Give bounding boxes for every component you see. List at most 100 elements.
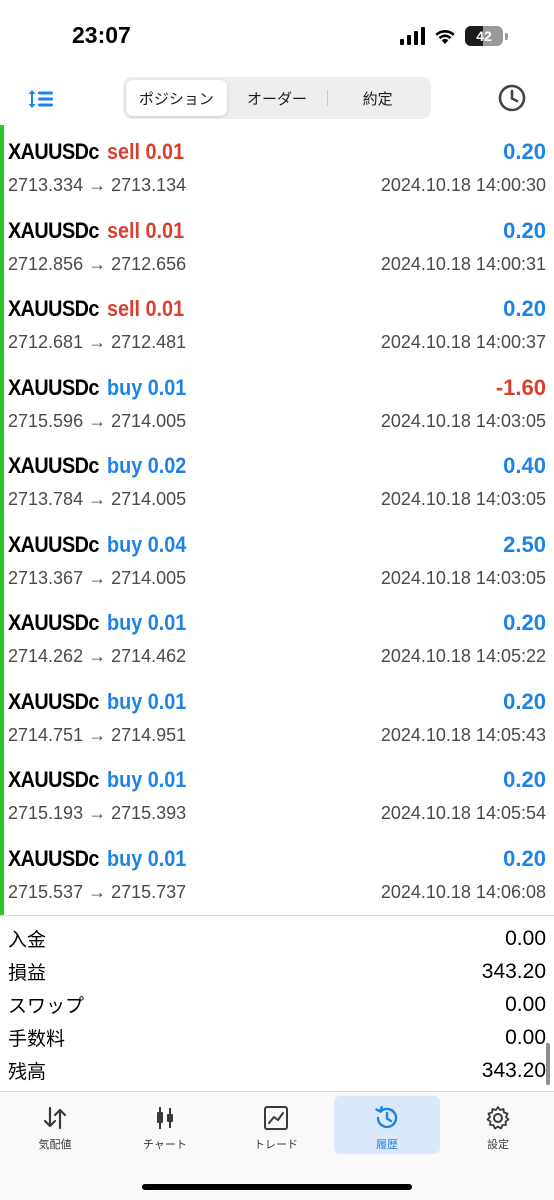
trade-side: buy 0.01	[107, 767, 186, 793]
trade-row[interactable]: XAUUSDc buy 0.01 -1.60 2715.596 → 2714.005 2…	[4, 361, 554, 440]
trade-row[interactable]: XAUUSDc sell 0.01 0.20 2712.856 → 2712.656 2…	[4, 204, 554, 283]
tab-label-chart: チャート	[143, 1138, 187, 1151]
tab-settings[interactable]: 設定	[445, 1096, 551, 1154]
arrow-right-icon: →	[83, 881, 112, 902]
summary-row: 損益 343.20	[0, 955, 554, 988]
status-icons: 42	[400, 26, 508, 46]
trade-row[interactable]: XAUUSDc buy 0.04 2.50 2713.367 → 2714.005 20…	[4, 518, 554, 597]
tab-history[interactable]: 履歴	[334, 1096, 440, 1154]
status-time: 23:07	[72, 22, 131, 48]
arrow-right-icon: →	[83, 724, 112, 745]
trade-symbol: XAUUSDc	[8, 845, 99, 871]
trade-open-price: 2713.367	[8, 567, 84, 588]
trade-close-price: 2713.134	[111, 175, 187, 195]
trade-side: buy 0.01	[107, 846, 186, 872]
trade-row[interactable]: XAUUSDc buy 0.01 0.20 2715.537 → 2715.737 20…	[4, 832, 554, 911]
trade-close-price: 2714.005	[111, 489, 187, 509]
trade-open-price: 2715.193	[8, 803, 84, 823]
candlestick-chart-icon	[157, 1107, 173, 1129]
trade-history-list: XAUUSDc sell 0.01 0.20 2713.334 → 2713.134 2…	[0, 125, 554, 915]
trade-profit: 2.50	[503, 531, 546, 557]
sort-button[interactable]	[24, 82, 58, 116]
arrow-right-icon: →	[83, 410, 112, 431]
tab-chart[interactable]: チャート	[112, 1096, 218, 1154]
trade-close-price: 2715.737	[111, 881, 187, 902]
trade-row[interactable]: XAUUSDc buy 0.01 0.20 2715.193 → 2715.393 20…	[4, 753, 554, 832]
home-indicator	[142, 1184, 412, 1190]
trade-row[interactable]: XAUUSDc buy 0.01 0.20 2714.751 → 2714.951 20…	[4, 675, 554, 754]
summary-row: 手数料 0.00	[0, 1021, 554, 1054]
trade-side: buy 0.01	[107, 689, 186, 715]
segment-positions[interactable]: ポジション	[126, 80, 227, 116]
trade-side: sell 0.01	[107, 296, 184, 322]
trade-symbol: XAUUSDc	[8, 374, 99, 400]
trade-summary-line: XAUUSDc sell 0.01 0.20	[8, 139, 546, 169]
quotes-arrows-icon	[43, 1106, 67, 1130]
summary-value: 343.20	[481, 1058, 546, 1082]
summary-value: 0.00	[505, 1025, 546, 1049]
trade-profit: 0.20	[503, 845, 546, 871]
trade-side-label: sell	[106, 296, 140, 321]
summary-label: 損益	[8, 962, 47, 984]
trade-side-label: buy	[106, 688, 143, 714]
trade-close-price: 2714.951	[111, 724, 187, 745]
trade-detail-line: 2715.537 → 2715.737 2024.10.18 14:06:08	[8, 882, 546, 903]
trade-symbol: XAUUSDc	[8, 767, 99, 792]
segment-orders[interactable]: オーダー	[227, 80, 328, 116]
trade-detail-line: 2713.334 → 2713.134 2024.10.18 14:00:30	[8, 175, 546, 196]
trade-row[interactable]: XAUUSDc sell 0.01 0.20 2712.681 → 2712.481 2…	[4, 282, 554, 361]
trade-side: buy 0.01	[107, 375, 186, 401]
trade-volume: 0.01	[145, 139, 185, 164]
trade-close-price: 2712.481	[111, 332, 187, 352]
trade-side-label: sell	[106, 217, 140, 243]
segment-deals[interactable]: 約定	[327, 80, 428, 116]
trade-detail-line: 2713.367 → 2714.005 2024.10.18 14:03:05	[8, 568, 546, 589]
trade-volume: 0.01	[145, 217, 185, 243]
trade-detail-line: 2714.262 → 2714.462 2024.10.18 14:05:22	[8, 646, 546, 667]
trade-time: 2024.10.18 14:00:37	[380, 332, 546, 352]
trade-summary-line: XAUUSDc buy 0.01 0.20	[8, 846, 546, 876]
trade-volume: 0.01	[147, 610, 187, 635]
trade-open-price: 2715.537	[8, 881, 84, 902]
trade-line-chart-icon	[264, 1106, 288, 1130]
scroll-indicator[interactable]	[546, 1043, 550, 1085]
trade-row[interactable]: XAUUSDc sell 0.01 0.20 2713.334 → 2713.134 2…	[4, 125, 554, 204]
trade-side: sell 0.01	[107, 139, 184, 165]
arrow-right-icon: →	[83, 332, 112, 352]
tab-label-settings: 設定	[487, 1138, 509, 1151]
trade-symbol: XAUUSDc	[8, 531, 99, 557]
trade-volume: 0.01	[147, 845, 187, 871]
trade-row[interactable]: XAUUSDc buy 0.01 0.20 2714.262 → 2714.462 20…	[4, 596, 554, 675]
arrow-right-icon: →	[83, 567, 112, 588]
trade-detail-line: 2715.596 → 2714.005 2024.10.18 14:03:05	[8, 411, 546, 432]
trade-time: 2024.10.18 14:03:05	[380, 567, 546, 588]
trade-side-label: buy	[106, 531, 143, 557]
trade-close-price: 2714.005	[111, 567, 187, 588]
arrow-right-icon: →	[83, 489, 112, 509]
trade-close-price: 2714.462	[111, 646, 187, 666]
tab-quotes[interactable]: 気配値	[2, 1096, 108, 1154]
trade-close-price: 2715.393	[111, 803, 187, 823]
trade-time: 2024.10.18 14:06:08	[380, 881, 546, 902]
trade-profit: 0.40	[503, 453, 546, 478]
trade-row[interactable]: XAUUSDc buy 0.02 0.40 2713.784 → 2714.005 20…	[4, 439, 554, 518]
trade-summary-line: XAUUSDc buy 0.01 0.20	[8, 689, 546, 719]
trade-time: 2024.10.18 14:03:05	[380, 489, 546, 509]
arrow-right-icon: →	[83, 253, 112, 274]
trade-close-price: 2712.656	[111, 253, 187, 274]
tab-trade[interactable]: トレード	[223, 1096, 329, 1154]
trade-side-label: buy	[106, 845, 143, 871]
trade-detail-line: 2714.751 → 2714.951 2024.10.18 14:05:43	[8, 725, 546, 746]
trade-side-label: buy	[106, 374, 143, 400]
trade-side-label: buy	[106, 610, 143, 635]
arrow-right-icon: →	[83, 175, 112, 195]
trade-volume: 0.01	[147, 767, 187, 792]
trade-profit: 0.20	[503, 296, 546, 321]
summary-value: 0.00	[505, 926, 546, 950]
trade-summary-line: XAUUSDc buy 0.01 -1.60	[8, 375, 546, 405]
settings-gear-icon	[486, 1106, 510, 1130]
trade-detail-line: 2713.784 → 2714.005 2024.10.18 14:03:05	[8, 489, 546, 510]
trade-detail-line: 2715.193 → 2715.393 2024.10.18 14:05:54	[8, 803, 546, 824]
trade-time: 2024.10.18 14:05:22	[380, 646, 546, 666]
clock-period-icon[interactable]	[496, 82, 528, 114]
